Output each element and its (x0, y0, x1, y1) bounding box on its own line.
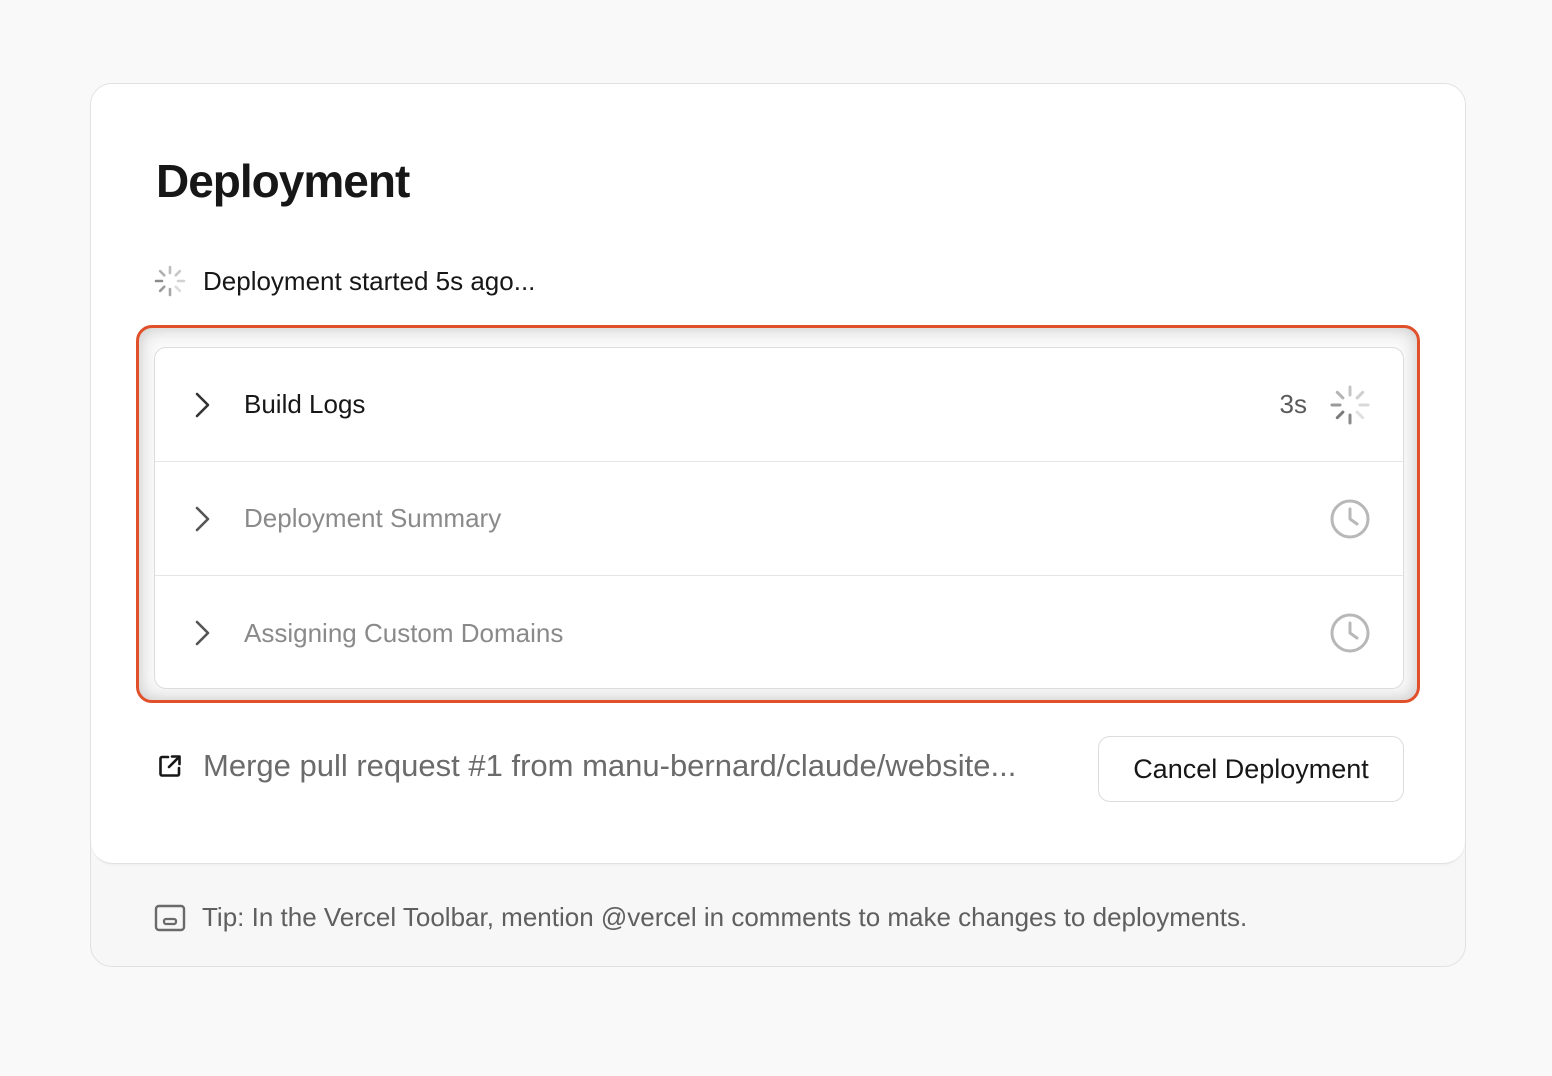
spinner-icon (154, 265, 186, 297)
deployment-card: Deployment Deployment started 5s ago... (90, 83, 1466, 967)
step-duration: 3s (1279, 389, 1307, 419)
clock-icon (1330, 613, 1370, 653)
chevron-right-icon (195, 392, 210, 418)
chevron-right-icon (195, 506, 210, 532)
step-build-logs[interactable]: Build Logs 3s (155, 348, 1403, 462)
commit-link[interactable]: Merge pull request #1 from manu-bernard/… (157, 748, 1016, 784)
commit-message: Merge pull request #1 from manu-bernard/… (203, 748, 1017, 783)
spinner-icon (1330, 385, 1370, 424)
step-deployment-summary[interactable]: Deployment Summary (155, 462, 1403, 576)
deployment-panel: Deployment Deployment started 5s ago... (91, 84, 1465, 864)
clock-icon (1330, 499, 1370, 538)
deployment-steps: Build Logs 3s Deployment Summary Assigni… (154, 347, 1404, 689)
step-label: Deployment Summary (244, 503, 502, 533)
step-assigning-domains[interactable]: Assigning Custom Domains (155, 576, 1403, 688)
step-label: Assigning Custom Domains (244, 617, 564, 648)
external-link-icon (159, 755, 181, 777)
step-label: Build Logs (244, 389, 366, 419)
chevron-right-icon (195, 620, 210, 646)
deployment-status: Deployment started 5s ago... (153, 264, 535, 298)
page-title: Deployment (156, 155, 410, 207)
toolbar-icon (154, 904, 186, 931)
tip-text: Tip: In the Vercel Toolbar, mention @ver… (202, 902, 1248, 932)
cancel-deployment-button[interactable]: Cancel Deployment (1098, 736, 1404, 802)
deployment-status-text: Deployment started 5s ago... (203, 265, 536, 296)
tip-banner: Tip: In the Vercel Toolbar, mention @ver… (154, 902, 1247, 933)
